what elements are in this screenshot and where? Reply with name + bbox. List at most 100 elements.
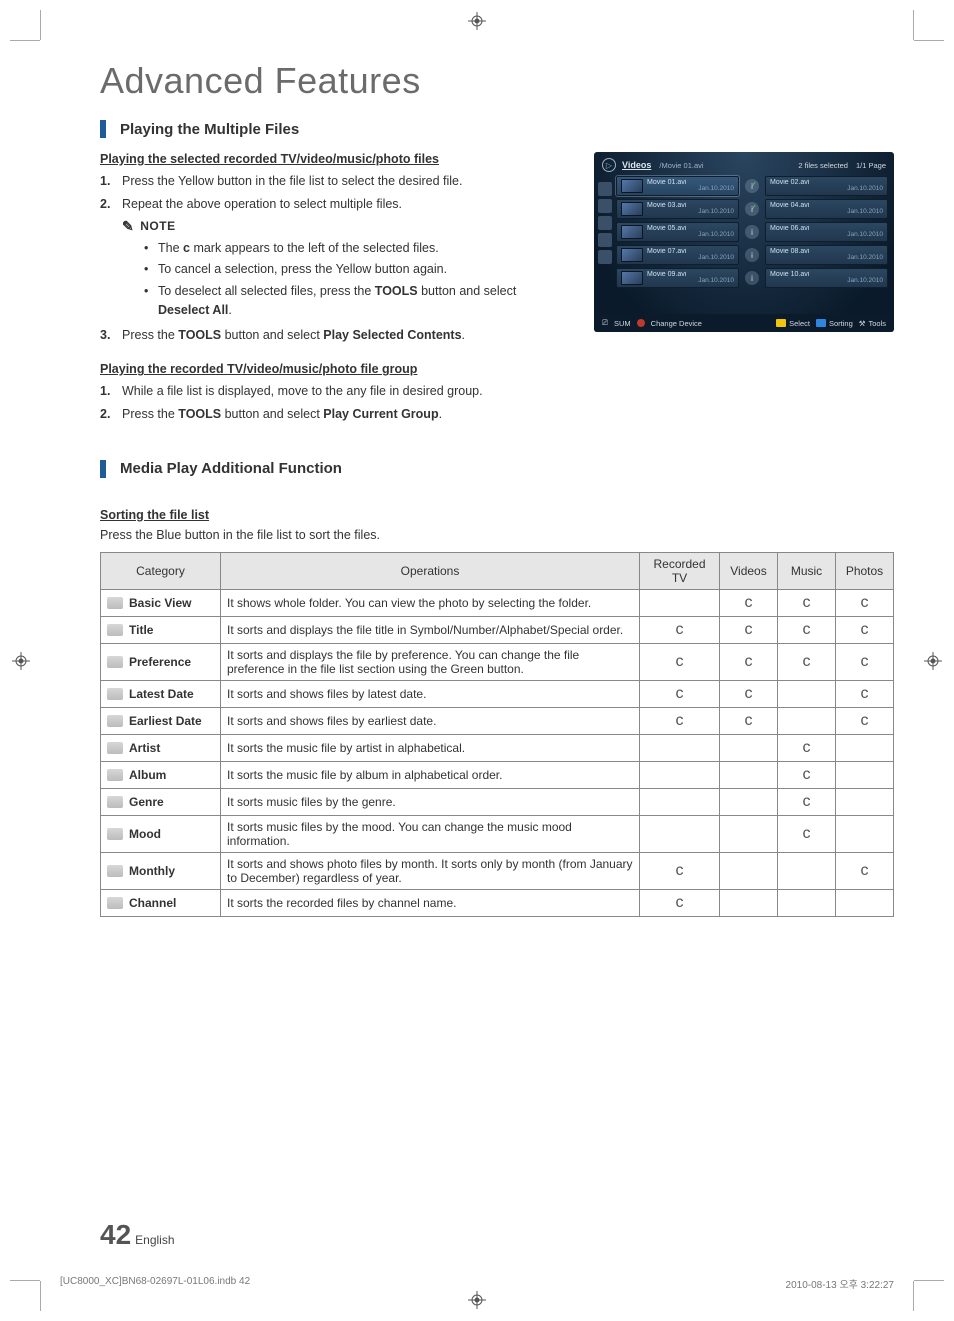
table-row: TitleIt sorts and displays the file titl… — [101, 616, 894, 643]
check-icon: c — [183, 241, 190, 255]
check-icon: ✓ — [750, 203, 757, 212]
breadcrumb: /Movie 01.avi — [659, 161, 703, 170]
step-item: 2. Press the TOOLS button and select Pla… — [100, 405, 570, 424]
check-icon: c — [861, 653, 869, 670]
check-icon: c — [745, 712, 753, 729]
cell-photos: c — [836, 707, 894, 734]
crop-mark — [10, 1280, 40, 1281]
sub-heading: Playing the recorded TV/video/music/phot… — [100, 362, 570, 376]
registration-mark-icon — [12, 652, 30, 670]
cell-videos: c — [720, 680, 778, 707]
sidebar-item[interactable] — [598, 182, 612, 196]
page-title: Advanced Features — [100, 60, 894, 102]
info-badge-icon: i — [745, 248, 759, 262]
sidebar-item[interactable] — [598, 216, 612, 230]
file-tile[interactable]: Movie 06.aviJan.10.2010 — [765, 222, 888, 242]
note-bullet: To cancel a selection, press the Yellow … — [144, 260, 570, 279]
cell-operations: It sorts the music file by artist in alp… — [221, 734, 640, 761]
col-videos: Videos — [720, 552, 778, 589]
cell-music: c — [778, 643, 836, 680]
file-tile[interactable]: Movie 02.aviJan.10.2010 — [765, 176, 888, 196]
category-icon — [107, 715, 123, 727]
cell-videos: c — [720, 589, 778, 616]
step-item: 1. While a file list is displayed, move … — [100, 382, 570, 401]
cell-music — [778, 680, 836, 707]
section-title: Playing the Multiple Files — [120, 121, 299, 138]
file-tile[interactable]: Movie 08.aviJan.10.2010 — [765, 245, 888, 265]
category-icon — [107, 828, 123, 840]
cell-videos: c — [720, 707, 778, 734]
check-icon: c — [803, 739, 811, 756]
cell-recorded-tv — [640, 788, 720, 815]
sidebar-item[interactable] — [598, 199, 612, 213]
cell-operations: It sorts music files by the genre. — [221, 788, 640, 815]
sub-heading: Playing the selected recorded TV/video/m… — [100, 152, 570, 166]
screenshot-column: ▷ Videos /Movie 01.avi 2 files selected … — [594, 152, 894, 332]
step-text: While a file list is displayed, move to … — [122, 382, 483, 401]
file-tile[interactable]: Movie 05.aviJan.10.2010 — [616, 222, 739, 242]
cell-photos — [836, 889, 894, 916]
select-key[interactable]: Select — [776, 319, 810, 328]
check-icon: c — [745, 685, 753, 702]
red-button-icon[interactable] — [637, 319, 645, 327]
registration-mark-icon — [924, 652, 942, 670]
registration-mark-icon — [468, 12, 486, 30]
col-recorded-tv: Recorded TV — [640, 552, 720, 589]
step-number: 2. — [100, 405, 122, 424]
tools-key[interactable]: ⚒Tools — [859, 319, 886, 328]
cell-category: Genre — [101, 788, 221, 815]
file-tile[interactable]: Movie 03.aviJan.10.2010 — [616, 199, 739, 219]
file-tile[interactable]: Movie 10.aviJan.10.2010 — [765, 268, 888, 288]
note-bullet: To deselect all selected files, press th… — [144, 282, 570, 320]
browser-footer: ⎚ SUM Change Device Select Sorting ⚒Tool… — [594, 314, 894, 332]
file-tile[interactable]: Movie 09.aviJan.10.2010 — [616, 268, 739, 288]
cell-photos — [836, 815, 894, 852]
cell-recorded-tv — [640, 761, 720, 788]
cell-category: Latest Date — [101, 680, 221, 707]
cell-recorded-tv: c — [640, 643, 720, 680]
footer-left: [UC8000_XC]BN68-02697L-01L06.indb 42 — [60, 1276, 250, 1291]
check-icon: c — [861, 685, 869, 702]
file-tile[interactable]: Movie 07.aviJan.10.2010 — [616, 245, 739, 265]
note-icon: ✎ — [122, 218, 134, 235]
sum-label: SUM — [614, 319, 631, 328]
check-icon: c — [803, 766, 811, 783]
crop-mark — [913, 10, 914, 40]
file-tile[interactable]: Movie 04.aviJan.10.2010 — [765, 199, 888, 219]
col-photos: Photos — [836, 552, 894, 589]
cell-photos: c — [836, 852, 894, 889]
cell-category: Artist — [101, 734, 221, 761]
tab-videos[interactable]: Videos — [622, 160, 651, 170]
check-icon: c — [861, 862, 869, 879]
blue-button-icon — [816, 319, 826, 327]
cell-recorded-tv — [640, 815, 720, 852]
info-badge-icon: i — [745, 271, 759, 285]
step-text: Press the Yellow button in the file list… — [122, 172, 462, 191]
file-date: Jan.10.2010 — [770, 255, 883, 262]
note-label: NOTE — [140, 219, 175, 233]
check-icon: c — [676, 653, 684, 670]
category-icon — [107, 796, 123, 808]
manual-page: Advanced Features Playing the Multiple F… — [0, 0, 954, 1321]
row-badge: i✓ — [743, 176, 761, 196]
tools-icon: ⚒ — [859, 319, 866, 328]
check-icon: c — [861, 594, 869, 611]
check-icon: c — [803, 793, 811, 810]
check-icon: c — [745, 653, 753, 670]
thumbnail-icon — [621, 202, 643, 216]
cell-videos — [720, 761, 778, 788]
check-icon: c — [676, 621, 684, 638]
cell-music: c — [778, 761, 836, 788]
cell-recorded-tv — [640, 734, 720, 761]
check-icon: c — [861, 621, 869, 638]
cell-recorded-tv — [640, 589, 720, 616]
sidebar-item[interactable] — [598, 250, 612, 264]
step-number: 1. — [100, 382, 122, 401]
file-tile[interactable]: Movie 01.aviJan.10.2010 — [616, 176, 739, 196]
sorting-key[interactable]: Sorting — [816, 319, 853, 328]
cell-photos: c — [836, 616, 894, 643]
sub-heading: Sorting the file list — [100, 508, 894, 522]
sidebar-item[interactable] — [598, 233, 612, 247]
cell-recorded-tv: c — [640, 852, 720, 889]
step-number: 2. — [100, 195, 122, 214]
